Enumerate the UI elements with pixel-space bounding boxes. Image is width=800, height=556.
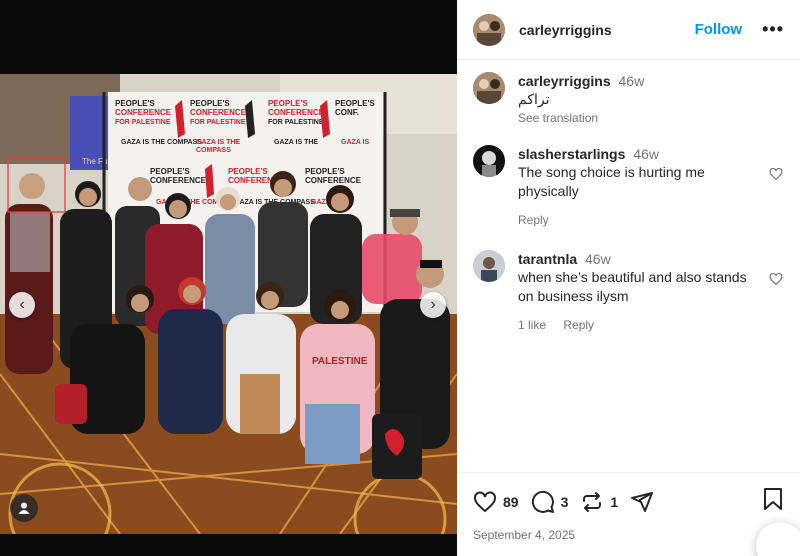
repost-button[interactable]: 1 <box>580 490 618 514</box>
svg-text:FOR PALESTINE: FOR PALESTINE <box>190 119 246 126</box>
heart-icon[interactable] <box>769 167 783 184</box>
list-item: tarantnla 46w when she’s beautiful and a… <box>473 250 785 332</box>
avatar[interactable] <box>473 145 505 177</box>
comment-text: when she’s beautiful and also stands on … <box>518 269 747 304</box>
svg-text:PEOPLE'S: PEOPLE'S <box>268 99 308 108</box>
avatar[interactable] <box>473 250 505 282</box>
comment-likes[interactable]: 1 like <box>518 318 546 332</box>
svg-text:PEOPLE'S: PEOPLE'S <box>305 167 345 176</box>
svg-text:CONFERENCE: CONFERENCE <box>268 108 325 117</box>
shirt-text: PALESTINE <box>312 356 368 367</box>
svg-text:PEOPLE'S: PEOPLE'S <box>335 99 375 108</box>
heart-icon[interactable] <box>769 272 783 289</box>
save-button[interactable] <box>762 487 784 516</box>
comments-list: carleyrriggins 46w تراكم See translation… <box>457 60 800 470</box>
svg-text:COMPASS: COMPASS <box>196 147 231 154</box>
send-icon <box>631 491 654 512</box>
svg-text:FOR PALESTINE: FOR PALESTINE <box>268 119 324 126</box>
caption-body: carleyrriggins 46w تراكم See translation <box>518 72 763 125</box>
post-username[interactable]: carleyrriggins <box>519 22 612 38</box>
svg-text:GAZA IS THE: GAZA IS THE <box>196 139 240 146</box>
svg-text:GAZA IS THE COMPASS: GAZA IS THE COMPASS <box>121 139 202 146</box>
like-count: 89 <box>503 493 519 510</box>
svg-text:FOR PALESTINE: FOR PALESTINE <box>115 119 171 126</box>
bookmark-icon <box>764 488 782 510</box>
chevron-left-icon: ‹ <box>19 296 25 313</box>
comment-button[interactable]: 3 <box>531 490 569 514</box>
post-date[interactable]: September 4, 2025 <box>473 528 800 542</box>
avatar[interactable] <box>473 72 505 104</box>
comment-username[interactable]: tarantnla <box>518 251 577 267</box>
like-button[interactable]: 89 <box>473 490 519 514</box>
svg-text:PEOPLE'S: PEOPLE'S <box>190 99 230 108</box>
svg-text:PEOPLE'S: PEOPLE'S <box>228 167 268 176</box>
caption: carleyrriggins 46w تراكم See translation <box>473 72 785 125</box>
previous-image-button[interactable]: ‹ <box>9 292 35 318</box>
post-actions: 89 3 1 September 4, 2025 <box>457 472 800 556</box>
svg-text:GAZA IS THE: GAZA IS THE <box>274 139 318 146</box>
post-media: The Fu PEOPLE'S CONFERENCE FOR PALESTINE… <box>0 0 457 556</box>
group-photo-illustration: The Fu PEOPLE'S CONFERENCE FOR PALESTINE… <box>0 74 457 534</box>
comment-meta: 1 like Reply <box>518 318 763 332</box>
comment-username[interactable]: slasherstarlings <box>518 146 625 162</box>
repost-icon <box>583 491 602 512</box>
reply-button[interactable]: Reply <box>563 318 594 332</box>
comment-time[interactable]: 46w <box>585 251 611 267</box>
svg-text:CONFERENCE: CONFERENCE <box>150 176 207 185</box>
share-button[interactable] <box>630 490 654 514</box>
more-options-icon[interactable]: ••• <box>762 19 784 40</box>
caption-username[interactable]: carleyrriggins <box>518 73 611 89</box>
post-header: carleyrriggins Follow ••• <box>457 0 800 60</box>
chevron-right-icon: › <box>430 296 436 313</box>
svg-text:PEOPLE'S: PEOPLE'S <box>150 167 190 176</box>
svg-text:CONFERENCE: CONFERENCE <box>115 108 172 117</box>
svg-text:CONFERENCE: CONFERENCE <box>190 108 247 117</box>
comment-meta: Reply <box>518 213 763 227</box>
avatar[interactable] <box>473 13 505 46</box>
list-item: slasherstarlings 46w The song choice is … <box>473 145 785 227</box>
svg-text:PEOPLE'S: PEOPLE'S <box>115 99 155 108</box>
see-translation-link[interactable]: See translation <box>518 111 763 125</box>
svg-text:CONF.: CONF. <box>335 108 359 117</box>
post-photo: The Fu PEOPLE'S CONFERENCE FOR PALESTINE… <box>0 74 457 534</box>
reply-button[interactable]: Reply <box>518 213 549 227</box>
comment-icon <box>531 490 554 513</box>
heart-icon <box>474 490 496 512</box>
comment-time[interactable]: 46w <box>633 146 659 162</box>
user-icon <box>18 502 30 514</box>
comment-body: slasherstarlings 46w The song choice is … <box>518 145 763 227</box>
next-image-button[interactable]: › <box>420 292 446 318</box>
comment-text: The song choice is hurting me physically <box>518 164 705 199</box>
repost-count: 1 <box>610 493 619 510</box>
caption-time[interactable]: 46w <box>619 73 645 89</box>
comment-count: 3 <box>560 493 569 510</box>
follow-button[interactable]: Follow <box>695 21 743 38</box>
tagged-users-button[interactable] <box>10 494 38 522</box>
post-side-panel: carleyrriggins Follow ••• carleyrriggins… <box>457 0 800 556</box>
svg-text:GAZA IS: GAZA IS <box>341 139 369 146</box>
svg-text:CONFERENCE: CONFERENCE <box>305 176 362 185</box>
caption-text: تراكم <box>518 91 550 107</box>
comment-body: tarantnla 46w when she’s beautiful and a… <box>518 250 763 332</box>
